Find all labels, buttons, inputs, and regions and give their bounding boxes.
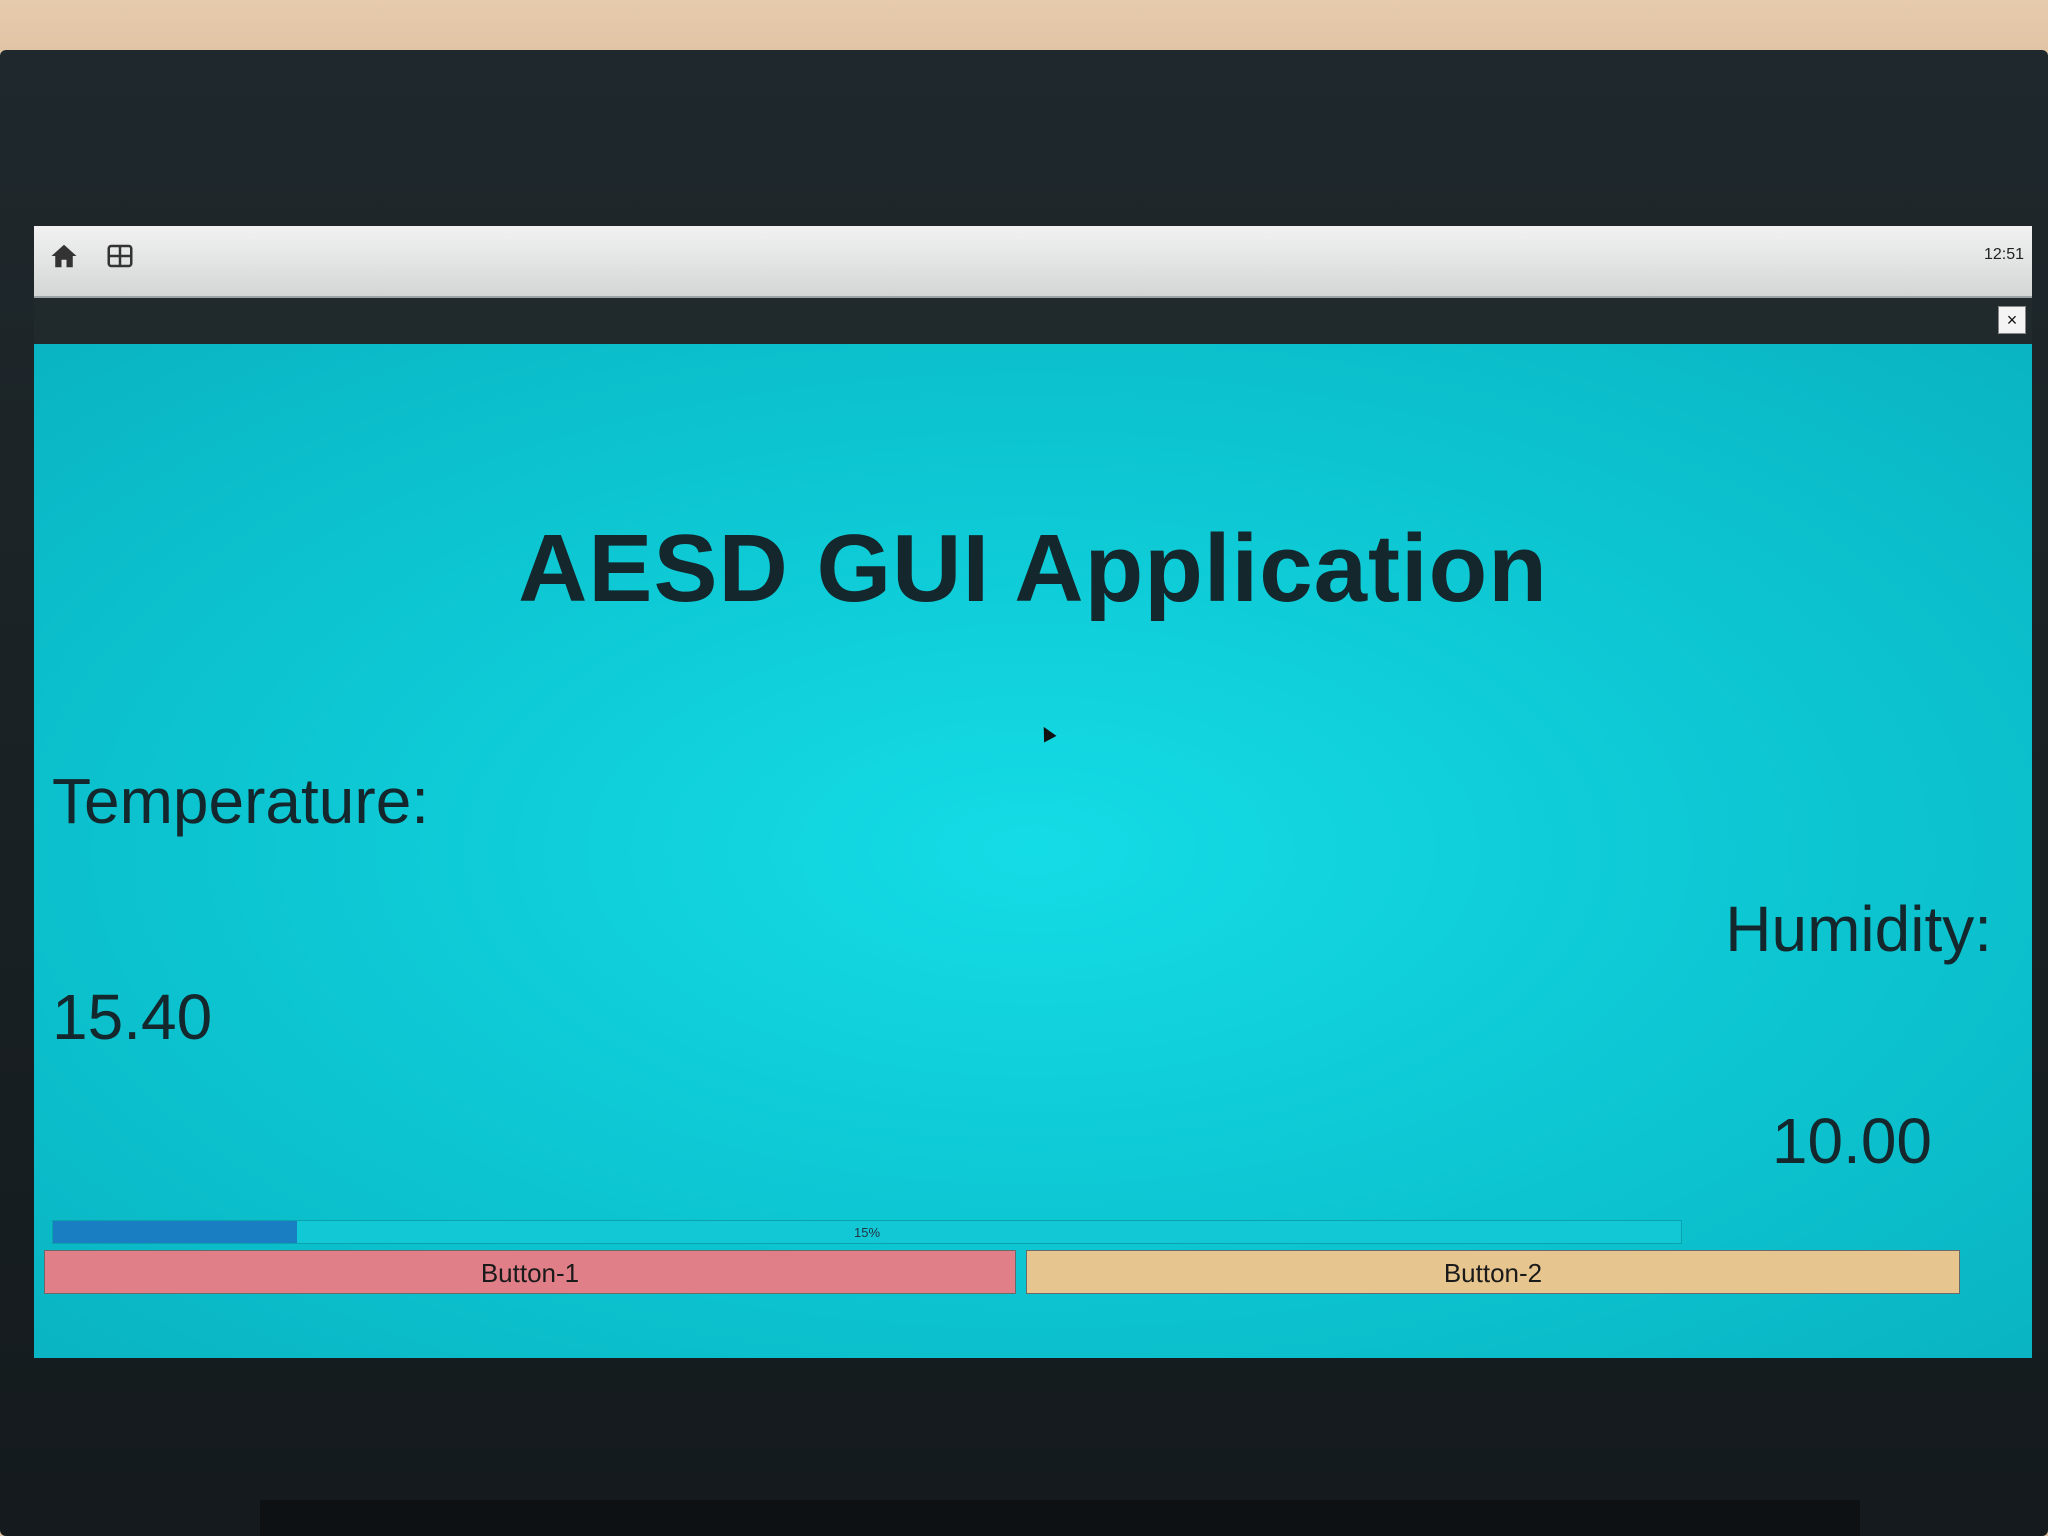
- home-icon[interactable]: [46, 238, 82, 274]
- humidity-label: Humidity:: [1725, 893, 1992, 965]
- progress-text: 15%: [853, 1225, 881, 1240]
- app-window: AESD GUI Application Temperature: 15.40 …: [34, 344, 2032, 1358]
- temperature-label: Temperature:: [52, 765, 430, 837]
- monitor-stand: [260, 1500, 1860, 1536]
- close-button[interactable]: ×: [1998, 306, 2026, 334]
- app-title: AESD GUI Application: [518, 515, 1548, 622]
- window-titlebar: ×: [34, 298, 2032, 344]
- mouse-cursor-icon: [1037, 723, 1057, 743]
- screen: 12:51 × AESD GUI Application Temperature…: [34, 226, 2032, 1358]
- temperature-value: 15.40: [52, 981, 213, 1053]
- window-switcher-icon[interactable]: [102, 238, 138, 274]
- humidity-value: 10.00: [1771, 1105, 1932, 1177]
- clock: 12:51: [1983, 246, 2024, 263]
- button-1[interactable]: Button-1: [44, 1250, 1016, 1294]
- progress-bar: 15%: [52, 1220, 1682, 1244]
- taskbar: 12:51: [34, 226, 2032, 298]
- button-2[interactable]: Button-2: [1026, 1250, 1960, 1294]
